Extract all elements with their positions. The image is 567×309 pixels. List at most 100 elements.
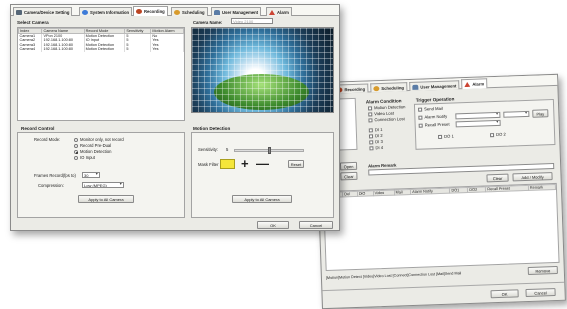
- cond-di4-checkbox[interactable]: [369, 146, 374, 151]
- cell-motion-alarm: Yes: [150, 47, 184, 52]
- sensitivity-slider-thumb[interactable]: [267, 147, 271, 154]
- motion-apply-all-button[interactable]: Apply to All Camera: [232, 195, 292, 203]
- trigger-operation-group: Send Mail Alarm Notify Play Recall Prese…: [413, 98, 556, 150]
- users-icon: [412, 84, 419, 90]
- users-icon: [214, 10, 220, 15]
- recall-preset-select[interactable]: [455, 119, 501, 128]
- frames-select[interactable]: 30: [82, 172, 100, 178]
- cond-motion-checkbox[interactable]: [367, 106, 373, 111]
- alarm-icon: [464, 82, 470, 87]
- camera-name-field[interactable]: Video 2100: [231, 18, 273, 24]
- col-mail: Mail: [394, 189, 411, 196]
- open-button[interactable]: Open: [339, 161, 358, 171]
- cond-di2-label: DI 2: [374, 132, 383, 139]
- alarm-notify-checkbox[interactable]: [418, 115, 423, 120]
- sensitivity-value: 5: [226, 147, 229, 152]
- do2-checkbox[interactable]: [489, 133, 495, 138]
- back-ok-button[interactable]: OK: [490, 289, 519, 299]
- front-cancel-button[interactable]: Cancel: [299, 221, 333, 229]
- compression-select[interactable]: Low (MPEG): [82, 182, 124, 188]
- mode-monitor-radio[interactable]: [74, 138, 78, 142]
- tab-scheduling[interactable]: Scheduling: [171, 7, 208, 16]
- mode-monitor-label: Monitor only, not record: [80, 137, 124, 142]
- mode-pre-dual-radio[interactable]: [74, 144, 78, 148]
- alarm-icon: [269, 10, 275, 15]
- do1-checkbox[interactable]: [438, 134, 443, 140]
- back-tab-scheduling[interactable]: Scheduling: [370, 82, 408, 93]
- mode-io-label: IO Input: [80, 155, 95, 160]
- col-do2: DO2: [467, 186, 486, 193]
- back-cancel-button[interactable]: Cancel: [525, 288, 556, 298]
- record-icon: [136, 9, 142, 14]
- info-icon: [82, 10, 88, 15]
- cell-camera-name: 192.168.1.100:80: [41, 47, 85, 52]
- alarm-table-header: Cam Del DiO Video Mail Alarm Notify DO1 …: [324, 184, 556, 198]
- camera-name-label: Camera Name:: [193, 20, 223, 25]
- mask-filter-label: Mask Filter: [198, 162, 219, 167]
- col-remark: Remark: [528, 184, 556, 191]
- table-row[interactable]: Camera4 192.168.1.100:80 Motion Detectio…: [18, 47, 184, 52]
- record-control-group: Record Mode: Monitor only, not record Re…: [17, 132, 185, 218]
- tab-camera-device-setting[interactable]: Camera/Device Setting: [13, 7, 73, 16]
- record-mode-label: Record Mode:: [34, 137, 61, 142]
- cond-di1-checkbox[interactable]: [368, 128, 373, 133]
- alarm-settings-window: ation Recording Scheduling User Manageme…: [311, 73, 566, 309]
- reset-button[interactable]: Reset: [288, 160, 304, 168]
- alarm-sound-select[interactable]: [503, 110, 530, 118]
- alarm-remark-label: Alarm Remark: [367, 162, 397, 169]
- mode-motion-label: Motion Detection: [80, 149, 112, 154]
- recording-settings-window: Camera/Device Setting System Information…: [10, 4, 340, 231]
- cond-di2-checkbox[interactable]: [368, 134, 374, 139]
- add-modify-button[interactable]: Add / Modify: [512, 172, 553, 182]
- camera-table[interactable]: Index Camera Name Record Mode Sensitivit…: [17, 27, 185, 121]
- clock-icon: [373, 86, 380, 92]
- col-alarm-notify: Alarm Notify: [410, 188, 451, 195]
- frames-label: Frames Record(fps to): [34, 173, 76, 178]
- mask-color-swatch[interactable]: [220, 159, 235, 169]
- back-tab-user-management[interactable]: User Management: [409, 80, 460, 92]
- front-ok-button[interactable]: OK: [257, 221, 289, 229]
- col-del: Del: [342, 191, 358, 197]
- add-mask-icon[interactable]: +: [241, 157, 249, 170]
- alarm-table[interactable]: Cam Del DiO Video Mail Alarm Notify DO1 …: [322, 182, 560, 272]
- cond-di4-label: DI 4: [375, 144, 384, 151]
- side-clear-button[interactable]: Clear: [340, 171, 358, 181]
- remove-button[interactable]: Remove: [527, 265, 558, 275]
- motion-detection-group: Sensitivity: 5 Mask Filter + — Reset App…: [191, 132, 334, 218]
- sendmail-checkbox[interactable]: [418, 107, 423, 112]
- remove-mask-icon[interactable]: —: [256, 157, 269, 170]
- col-recall-preset: Recall Preset: [485, 185, 529, 192]
- camera-preview[interactable]: [191, 27, 334, 113]
- cell-sensitivity: 5: [124, 47, 152, 52]
- col-dio: DiO: [357, 190, 374, 197]
- back-tab-alarm[interactable]: Alarm: [461, 78, 488, 90]
- tab-system-information[interactable]: System Information: [79, 7, 133, 16]
- col-do1: DO1: [449, 187, 468, 194]
- play-button[interactable]: Play: [532, 109, 549, 118]
- clear-button[interactable]: Clear: [486, 173, 509, 183]
- sensitivity-label: Sensitivity:: [198, 147, 219, 152]
- do1-label: DO 1: [443, 133, 454, 139]
- camera-icon: [16, 10, 22, 15]
- screenshot-collage: ation Recording Scheduling User Manageme…: [0, 0, 567, 309]
- cond-connlost-checkbox[interactable]: [368, 118, 373, 123]
- cond-di3-checkbox[interactable]: [369, 140, 374, 145]
- mode-pre-dual-label: Record Pre-Dual: [80, 143, 112, 148]
- mode-motion-radio[interactable]: [74, 150, 78, 154]
- camera-table-header: Index Camera Name Record Mode Sensitivit…: [17, 28, 184, 34]
- alarm-table-grid: Cam Del DiO Video Mail Alarm Notify DO1 …: [324, 184, 556, 198]
- recall-preset-checkbox[interactable]: [418, 123, 423, 128]
- cond-videolost-checkbox[interactable]: [368, 112, 373, 117]
- tab-recording[interactable]: Recording: [133, 6, 168, 16]
- mode-io-radio[interactable]: [74, 156, 78, 160]
- recall-preset-label: Recall Preset: [424, 121, 450, 128]
- record-apply-all-button[interactable]: Apply to All Camera: [78, 195, 134, 203]
- cond-videolost-label: Video Lost: [374, 110, 395, 117]
- tab-user-management[interactable]: User Management: [211, 7, 262, 16]
- alarm-notify-select[interactable]: [455, 111, 501, 120]
- do2-label: DO 2: [495, 131, 506, 138]
- tab-alarm[interactable]: Alarm: [266, 7, 292, 16]
- sendmail-label: Send Mail: [424, 105, 443, 112]
- back-tab-bar: ation Recording Scheduling User Manageme…: [311, 74, 558, 95]
- sensitivity-slider[interactable]: [234, 147, 304, 154]
